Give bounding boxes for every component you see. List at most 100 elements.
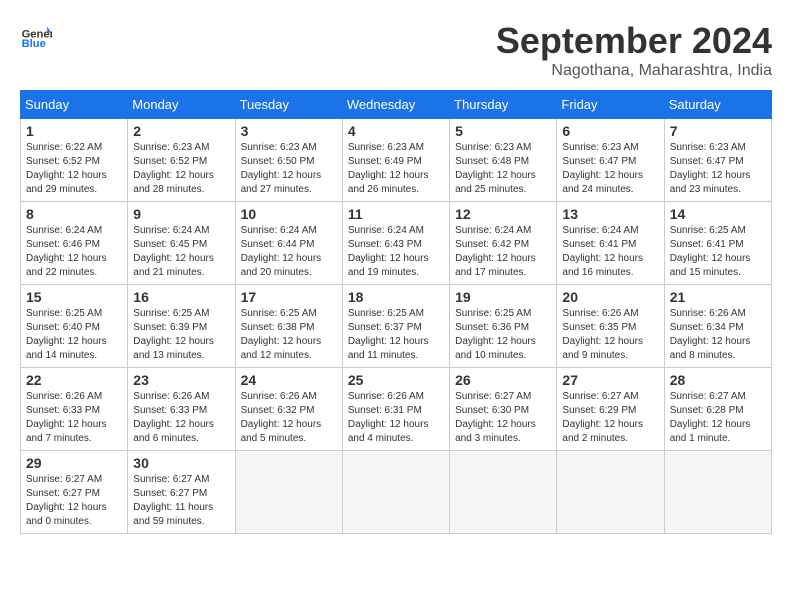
month-title: September 2024: [496, 20, 772, 62]
calendar-cell: 22 Sunrise: 6:26 AMSunset: 6:33 PMDayligh…: [21, 368, 128, 451]
day-number: 7: [670, 123, 766, 139]
calendar-week-row: 8 Sunrise: 6:24 AMSunset: 6:46 PMDaylight…: [21, 202, 772, 285]
day-info: Sunrise: 6:23 AMSunset: 6:52 PMDaylight:…: [133, 141, 229, 197]
day-info: Sunrise: 6:26 AMSunset: 6:35 PMDaylight:…: [562, 307, 658, 363]
day-info: Sunrise: 6:25 AMSunset: 6:41 PMDaylight:…: [670, 224, 766, 280]
day-number: 23: [133, 372, 229, 388]
day-number: 21: [670, 289, 766, 305]
calendar-cell: 27 Sunrise: 6:27 AMSunset: 6:29 PMDayligh…: [557, 368, 664, 451]
calendar-cell: 28 Sunrise: 6:27 AMSunset: 6:28 PMDayligh…: [664, 368, 771, 451]
calendar-cell: 26Sunrise: 6:27 AMSunset: 6:30 PMDayligh…: [450, 368, 557, 451]
day-info: Sunrise: 6:22 AMSunset: 6:52 PMDaylight:…: [26, 141, 122, 197]
calendar-week-row: 1 Sunrise: 6:22 AMSunset: 6:52 PMDaylight…: [21, 119, 772, 202]
day-info: Sunrise: 6:24 AMSunset: 6:45 PMDaylight:…: [133, 224, 229, 280]
day-info: Sunrise: 6:23 AMSunset: 6:47 PMDaylight:…: [670, 141, 766, 197]
calendar-cell: 30Sunrise: 6:27 AMSunset: 6:27 PMDayligh…: [128, 451, 235, 534]
calendar-cell: 21 Sunrise: 6:26 AMSunset: 6:34 PMDayligh…: [664, 285, 771, 368]
day-number: 4: [348, 123, 444, 139]
day-number: 18: [348, 289, 444, 305]
calendar-cell: 7 Sunrise: 6:23 AMSunset: 6:47 PMDaylight…: [664, 119, 771, 202]
day-info: Sunrise: 6:27 AMSunset: 6:30 PMDaylight:…: [455, 390, 551, 446]
day-info: Sunrise: 6:27 AMSunset: 6:28 PMDaylight:…: [670, 390, 766, 446]
day-info: Sunrise: 6:24 AMSunset: 6:43 PMDaylight:…: [348, 224, 444, 280]
day-number: 1: [26, 123, 122, 139]
col-header-saturday: Saturday: [664, 91, 771, 119]
day-info: Sunrise: 6:24 AMSunset: 6:41 PMDaylight:…: [562, 224, 658, 280]
day-number: 12: [455, 206, 551, 222]
calendar-cell: 12 Sunrise: 6:24 AMSunset: 6:42 PMDayligh…: [450, 202, 557, 285]
calendar-cell: 4 Sunrise: 6:23 AMSunset: 6:49 PMDaylight…: [342, 119, 449, 202]
day-number: 16: [133, 289, 229, 305]
day-info: Sunrise: 6:23 AMSunset: 6:48 PMDaylight:…: [455, 141, 551, 197]
col-header-friday: Friday: [557, 91, 664, 119]
day-number: 17: [241, 289, 337, 305]
day-number: 9: [133, 206, 229, 222]
day-info: Sunrise: 6:23 AMSunset: 6:47 PMDaylight:…: [562, 141, 658, 197]
day-number: 5: [455, 123, 551, 139]
day-number: 13: [562, 206, 658, 222]
svg-text:Blue: Blue: [22, 38, 46, 50]
calendar-week-row: 29 Sunrise: 6:27 AMSunset: 6:27 PMDayligh…: [21, 451, 772, 534]
calendar-cell: 18 Sunrise: 6:25 AMSunset: 6:37 PMDayligh…: [342, 285, 449, 368]
day-info: Sunrise: 6:27 AMSunset: 6:27 PMDaylight:…: [133, 473, 229, 529]
day-number: 10: [241, 206, 337, 222]
day-number: 24: [241, 372, 337, 388]
day-number: 27: [562, 372, 658, 388]
calendar-cell: 3 Sunrise: 6:23 AMSunset: 6:50 PMDaylight…: [235, 119, 342, 202]
calendar-cell: 11Sunrise: 6:24 AMSunset: 6:43 PMDayligh…: [342, 202, 449, 285]
calendar-cell: 2Sunrise: 6:23 AMSunset: 6:52 PMDaylight…: [128, 119, 235, 202]
day-info: Sunrise: 6:26 AMSunset: 6:34 PMDaylight:…: [670, 307, 766, 363]
day-number: 8: [26, 206, 122, 222]
calendar-cell: [235, 451, 342, 534]
day-info: Sunrise: 6:25 AMSunset: 6:38 PMDaylight:…: [241, 307, 337, 363]
calendar-cell: [557, 451, 664, 534]
calendar-week-row: 22 Sunrise: 6:26 AMSunset: 6:33 PMDayligh…: [21, 368, 772, 451]
calendar-cell: 16Sunrise: 6:25 AMSunset: 6:39 PMDayligh…: [128, 285, 235, 368]
calendar-cell: 20Sunrise: 6:26 AMSunset: 6:35 PMDayligh…: [557, 285, 664, 368]
col-header-sunday: Sunday: [21, 91, 128, 119]
day-number: 29: [26, 455, 122, 471]
day-info: Sunrise: 6:25 AMSunset: 6:37 PMDaylight:…: [348, 307, 444, 363]
calendar-cell: 17 Sunrise: 6:25 AMSunset: 6:38 PMDayligh…: [235, 285, 342, 368]
day-info: Sunrise: 6:23 AMSunset: 6:49 PMDaylight:…: [348, 141, 444, 197]
day-info: Sunrise: 6:26 AMSunset: 6:33 PMDaylight:…: [26, 390, 122, 446]
col-header-monday: Monday: [128, 91, 235, 119]
day-number: 22: [26, 372, 122, 388]
day-info: Sunrise: 6:24 AMSunset: 6:44 PMDaylight:…: [241, 224, 337, 280]
calendar-table: SundayMondayTuesdayWednesdayThursdayFrid…: [20, 90, 772, 534]
day-info: Sunrise: 6:24 AMSunset: 6:46 PMDaylight:…: [26, 224, 122, 280]
calendar-cell: 8 Sunrise: 6:24 AMSunset: 6:46 PMDaylight…: [21, 202, 128, 285]
calendar-cell: 23Sunrise: 6:26 AMSunset: 6:33 PMDayligh…: [128, 368, 235, 451]
day-number: 3: [241, 123, 337, 139]
calendar-cell: 9 Sunrise: 6:24 AMSunset: 6:45 PMDaylight…: [128, 202, 235, 285]
location-title: Nagothana, Maharashtra, India: [496, 62, 772, 80]
day-info: Sunrise: 6:24 AMSunset: 6:42 PMDaylight:…: [455, 224, 551, 280]
day-info: Sunrise: 6:25 AMSunset: 6:40 PMDaylight:…: [26, 307, 122, 363]
day-number: 15: [26, 289, 122, 305]
calendar-cell: [664, 451, 771, 534]
calendar-cell: 19Sunrise: 6:25 AMSunset: 6:36 PMDayligh…: [450, 285, 557, 368]
col-header-wednesday: Wednesday: [342, 91, 449, 119]
day-number: 28: [670, 372, 766, 388]
day-info: Sunrise: 6:26 AMSunset: 6:32 PMDaylight:…: [241, 390, 337, 446]
calendar-cell: 24 Sunrise: 6:26 AMSunset: 6:32 PMDayligh…: [235, 368, 342, 451]
calendar-cell: 6 Sunrise: 6:23 AMSunset: 6:47 PMDaylight…: [557, 119, 664, 202]
day-number: 14: [670, 206, 766, 222]
day-info: Sunrise: 6:23 AMSunset: 6:50 PMDaylight:…: [241, 141, 337, 197]
calendar-cell: 10 Sunrise: 6:24 AMSunset: 6:44 PMDayligh…: [235, 202, 342, 285]
day-info: Sunrise: 6:27 AMSunset: 6:29 PMDaylight:…: [562, 390, 658, 446]
col-header-tuesday: Tuesday: [235, 91, 342, 119]
logo: General Blue: [20, 20, 52, 52]
calendar-cell: [450, 451, 557, 534]
calendar-cell: 25Sunrise: 6:26 AMSunset: 6:31 PMDayligh…: [342, 368, 449, 451]
day-number: 25: [348, 372, 444, 388]
calendar-cell: 1 Sunrise: 6:22 AMSunset: 6:52 PMDaylight…: [21, 119, 128, 202]
col-header-thursday: Thursday: [450, 91, 557, 119]
calendar-cell: 29 Sunrise: 6:27 AMSunset: 6:27 PMDayligh…: [21, 451, 128, 534]
day-number: 6: [562, 123, 658, 139]
calendar-cell: 5 Sunrise: 6:23 AMSunset: 6:48 PMDaylight…: [450, 119, 557, 202]
logo-icon: General Blue: [20, 20, 52, 52]
calendar-cell: 15 Sunrise: 6:25 AMSunset: 6:40 PMDayligh…: [21, 285, 128, 368]
day-info: Sunrise: 6:27 AMSunset: 6:27 PMDaylight:…: [26, 473, 122, 529]
title-section: September 2024 Nagothana, Maharashtra, I…: [496, 20, 772, 80]
